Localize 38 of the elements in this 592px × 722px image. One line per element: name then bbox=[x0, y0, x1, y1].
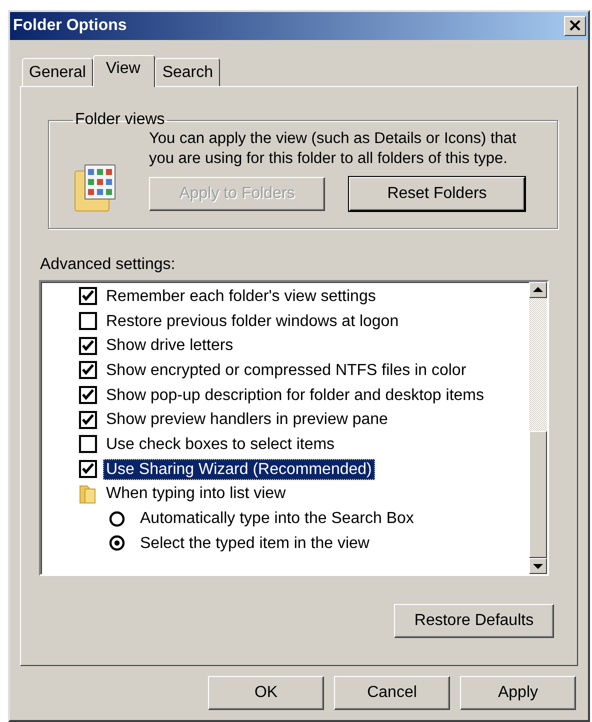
radio-button[interactable] bbox=[109, 510, 125, 527]
checkbox[interactable] bbox=[79, 361, 97, 380]
scrollbar[interactable] bbox=[529, 282, 547, 574]
setting-label[interactable]: Restore previous folder windows at logon bbox=[103, 310, 402, 332]
setting-label[interactable]: Show drive letters bbox=[103, 335, 236, 356]
radio-button[interactable] bbox=[109, 535, 125, 552]
close-button[interactable]: × bbox=[564, 16, 586, 36]
checkbox[interactable] bbox=[79, 435, 97, 454]
checkbox[interactable] bbox=[79, 410, 97, 429]
setting-label[interactable]: Use check boxes to select items bbox=[103, 434, 338, 455]
description: You can apply the view (such as Details or Icons) that you are using for this folder to all folders of this type. bbox=[149, 129, 518, 169]
checkbox[interactable] bbox=[79, 287, 97, 306]
dialog-button[interactable]: Apply bbox=[460, 676, 576, 710]
checkbox[interactable] bbox=[79, 336, 97, 355]
section-label: Advanced settings: bbox=[40, 256, 176, 274]
group-title: Folder views bbox=[74, 111, 166, 129]
tab[interactable]: View bbox=[92, 55, 156, 87]
dialog-button[interactable]: Cancel bbox=[334, 676, 450, 710]
folder-icon bbox=[79, 482, 97, 505]
down-arrow-icon bbox=[532, 562, 544, 570]
folder-button[interactable]: Reset Folders bbox=[349, 177, 525, 211]
setting-label[interactable]: When typing into list view bbox=[103, 483, 289, 504]
setting-label[interactable]: Select the typed item in the view bbox=[137, 532, 372, 554]
setting-label[interactable]: Show preview handlers in preview pane bbox=[103, 409, 391, 430]
up-arrow-icon bbox=[532, 286, 544, 294]
dialog-button[interactable]: OK bbox=[208, 676, 324, 710]
checkbox[interactable] bbox=[79, 460, 97, 478]
checkbox[interactable] bbox=[79, 386, 97, 404]
setting-label[interactable]: Automatically type into the Search Box bbox=[137, 508, 417, 530]
setting-label[interactable]: Use Sharing Wizard (Recommended) bbox=[103, 458, 375, 480]
setting-label[interactable]: Show encrypted or compressed NTFS files in color bbox=[103, 360, 470, 381]
setting-label[interactable]: Remember each folder's view settings bbox=[103, 286, 379, 307]
tab[interactable]: General bbox=[22, 58, 93, 86]
checkbox[interactable] bbox=[79, 312, 97, 330]
tab[interactable]: Search bbox=[155, 58, 220, 86]
restore-defaults-button[interactable]: Restore Defaults bbox=[394, 604, 554, 638]
window-title: Folder Options bbox=[13, 17, 127, 35]
setting-label[interactable]: Show pop-up description for folder and desktop items bbox=[103, 384, 487, 406]
